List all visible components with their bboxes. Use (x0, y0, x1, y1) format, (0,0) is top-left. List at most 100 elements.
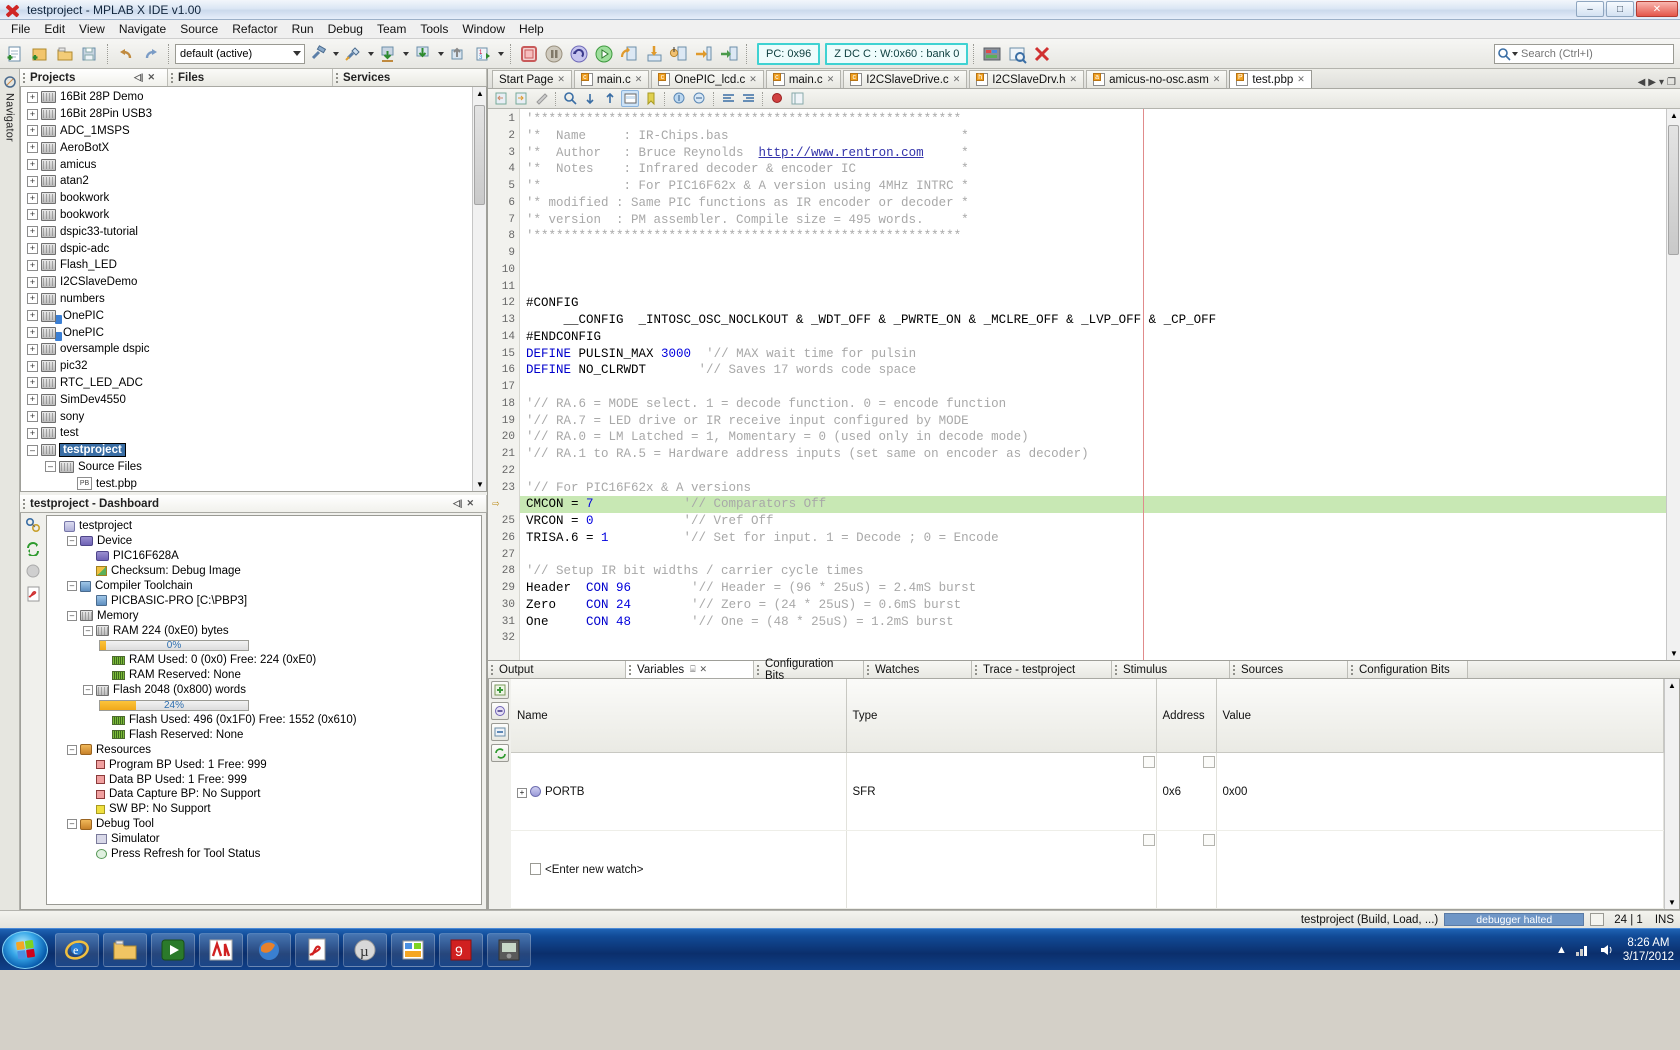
editor-tab[interactable]: cI2CSlaveDrive.c✕ (843, 70, 967, 88)
collapse-icon[interactable]: – (67, 581, 77, 591)
add-sfr-icon[interactable] (491, 681, 509, 699)
taskbar-file-explorer-icon[interactable] (103, 933, 147, 967)
pause-icon[interactable] (542, 42, 566, 66)
code-line[interactable]: Header CON 96 '// Header = (96 * 25uS) =… (520, 580, 1680, 597)
step-out-icon[interactable] (667, 42, 691, 66)
maximize-button[interactable]: □ (1606, 1, 1634, 17)
gutter-line-number[interactable]: 31 (488, 614, 519, 631)
menu-source[interactable]: Source (173, 20, 225, 38)
expand-icon[interactable]: + (517, 788, 527, 798)
gutter-line-number[interactable]: 11 (488, 279, 519, 296)
menu-navigate[interactable]: Navigate (112, 20, 173, 38)
dashboard-row[interactable]: –Memory (47, 608, 481, 623)
code-line[interactable]: '***************************************… (520, 228, 1680, 245)
project-tree-item[interactable]: +AeroBotX (23, 139, 486, 156)
stop-debug-icon[interactable] (517, 42, 541, 66)
table-row[interactable]: +PORTBSFR0x60x00 (511, 753, 1664, 831)
code-line[interactable]: #CONFIG (520, 295, 1680, 312)
bottom-tab[interactable]: Watches (864, 661, 972, 678)
project-tree-item[interactable]: +dspic-adc (23, 240, 486, 257)
gutter-line-number[interactable]: 7 (488, 212, 519, 229)
dashboard-row[interactable]: 24% (47, 698, 481, 713)
code-line[interactable] (520, 262, 1680, 279)
progress-detail-icon[interactable] (1590, 913, 1604, 926)
step-over-icon[interactable] (617, 42, 641, 66)
toggle-bookmark-icon[interactable] (641, 90, 659, 107)
editor-gutter[interactable]: 1234567891011121314151617181920212223⇨25… (488, 109, 520, 660)
clean-build-dropdown-arrow-icon[interactable] (366, 42, 375, 66)
project-tree-item[interactable]: +RTC_LED_ADC (23, 375, 486, 392)
taskbar-acrobat-icon[interactable] (295, 933, 339, 967)
menu-run[interactable]: Run (285, 20, 321, 38)
code-line[interactable]: #ENDCONFIG (520, 329, 1680, 346)
menu-debug[interactable]: Debug (321, 20, 370, 38)
taskbar-media-player-icon[interactable] (151, 933, 195, 967)
continue-icon[interactable] (592, 42, 616, 66)
expand-icon[interactable]: + (27, 377, 38, 388)
gutter-line-number[interactable]: 1 (488, 111, 519, 128)
code-line[interactable] (520, 379, 1680, 396)
gutter-line-number[interactable]: ⇨ (488, 496, 519, 513)
gutter-line-number[interactable]: 19 (488, 413, 519, 430)
expand-icon[interactable]: + (27, 394, 38, 405)
collapse-icon[interactable]: – (83, 685, 93, 695)
close-icon[interactable]: ✕ (827, 74, 835, 85)
bottom-tab[interactable]: Variables⌸✕ (626, 661, 754, 678)
project-properties-icon[interactable] (24, 516, 42, 534)
project-tree-item[interactable]: +OnePIC (23, 324, 486, 341)
dashboard-row[interactable]: SW BP: No Support (47, 802, 481, 817)
search-input[interactable] (1519, 47, 1659, 61)
variables-table[interactable]: NameTypeAddressValue+PORTBSFR0x60x00<Ent… (511, 679, 1664, 909)
hold-in-reset-icon[interactable]: 13 (471, 42, 495, 66)
back-icon[interactable] (492, 90, 510, 107)
expand-icon[interactable]: + (27, 293, 38, 304)
project-tree-item[interactable]: +Flash_LED (23, 257, 486, 274)
program-dropdown-arrow-icon[interactable] (401, 42, 410, 66)
clean-build-icon[interactable] (341, 42, 365, 66)
gutter-line-number[interactable]: 17 (488, 379, 519, 396)
forward-icon[interactable] (512, 90, 530, 107)
expand-icon[interactable]: + (27, 428, 38, 439)
gutter-line-number[interactable]: 5 (488, 178, 519, 195)
cell-spinner-icon[interactable] (1143, 756, 1155, 768)
taskbar-firefox-icon[interactable] (247, 933, 291, 967)
dashboard-row[interactable]: testproject (47, 519, 481, 534)
dashboard-row[interactable]: –Resources (47, 742, 481, 757)
expand-icon[interactable]: + (27, 226, 38, 237)
collapse-icon[interactable]: – (67, 819, 77, 829)
code-line[interactable]: '* Name : IR-Chips.bas * (520, 128, 1680, 145)
toggle-line-numbers-icon[interactable] (788, 90, 806, 107)
code-line[interactable]: Zero CON 24 '// Zero = (24 * 25uS) = 0.6… (520, 597, 1680, 614)
menu-view[interactable]: View (72, 20, 112, 38)
cell-value[interactable] (1216, 831, 1664, 909)
cell-spinner-icon[interactable] (1203, 834, 1215, 846)
build-dropdown-arrow-icon[interactable] (331, 42, 340, 66)
code-line[interactable] (520, 245, 1680, 262)
project-tree-item[interactable]: +bookwork (23, 207, 486, 224)
cell-name[interactable]: <Enter new watch> (511, 831, 846, 909)
maximize-window-icon[interactable]: ❐ (1667, 77, 1676, 88)
editor-tab[interactable]: hI2CSlaveDrv.h✕ (969, 70, 1084, 88)
editor-scroll-thumb[interactable] (1668, 125, 1679, 255)
gutter-line-number[interactable]: 12 (488, 295, 519, 312)
dashboard-row[interactable]: RAM Reserved: None (47, 668, 481, 683)
editor-scrollbar[interactable]: ▲ ▼ (1666, 109, 1680, 660)
expand-icon[interactable]: + (27, 142, 38, 153)
gutter-line-number[interactable]: 4 (488, 161, 519, 178)
project-tree-item[interactable]: +bookwork (23, 190, 486, 207)
code-line[interactable]: One CON 48 '// One = (48 * 25uS) = 1.2mS… (520, 614, 1680, 631)
dashboard-row[interactable]: PIC16F628A (47, 549, 481, 564)
minimize-button[interactable]: – (1576, 1, 1604, 17)
project-tree-item[interactable]: +16Bit 28P Demo (23, 89, 486, 106)
tab-projects[interactable]: Projects ◁|✕ (20, 69, 168, 86)
menu-edit[interactable]: Edit (37, 20, 72, 38)
run-to-cursor-icon[interactable] (692, 42, 716, 66)
taskbar-internet-explorer-icon[interactable]: e (55, 933, 99, 967)
scroll-up-arrow-icon[interactable]: ▲ (476, 89, 484, 98)
open-project-icon[interactable] (53, 42, 77, 66)
project-tree-item[interactable]: +SimDev4550 (23, 391, 486, 408)
menu-refactor[interactable]: Refactor (225, 20, 284, 38)
code-line[interactable]: VRCON = 0 '// Vref Off (520, 513, 1680, 530)
close-icon[interactable]: ✕ (1213, 74, 1221, 85)
project-tree-item[interactable]: +16Bit 28Pin USB3 (23, 106, 486, 123)
